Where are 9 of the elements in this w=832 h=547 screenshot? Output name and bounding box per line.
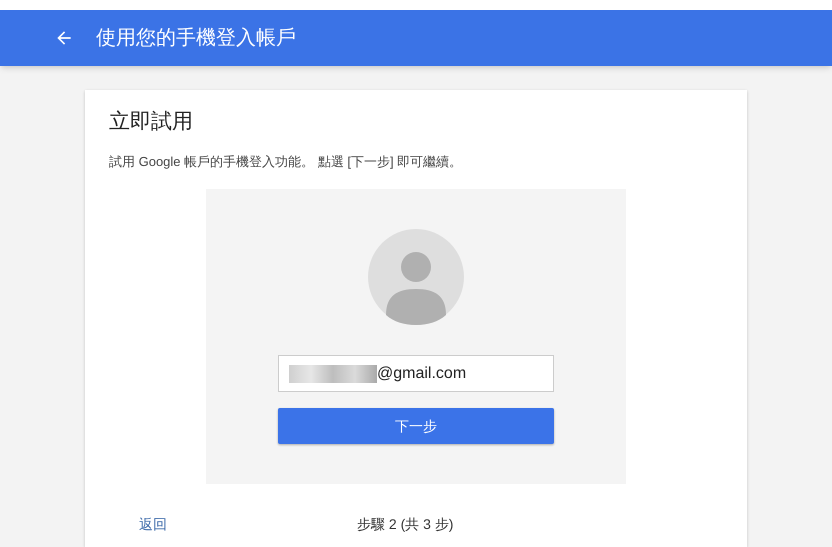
email-field[interactable]: @gmail.com (278, 355, 554, 392)
card-title: 立即試用 (109, 109, 194, 135)
header-title: 使用您的手機登入帳戶 (96, 26, 296, 51)
step-indicator: 步驟 2 (共 3 步) (357, 515, 454, 534)
back-link[interactable]: 返回 (139, 514, 167, 535)
avatar-icon (368, 229, 464, 325)
email-input[interactable]: @gmail.com (377, 362, 547, 386)
card-description: 試用 Google 帳戶的手機登入功能。 點選 [下一步] 即可繼續。 (109, 152, 464, 171)
next-button[interactable]: 下一步 (278, 408, 554, 444)
